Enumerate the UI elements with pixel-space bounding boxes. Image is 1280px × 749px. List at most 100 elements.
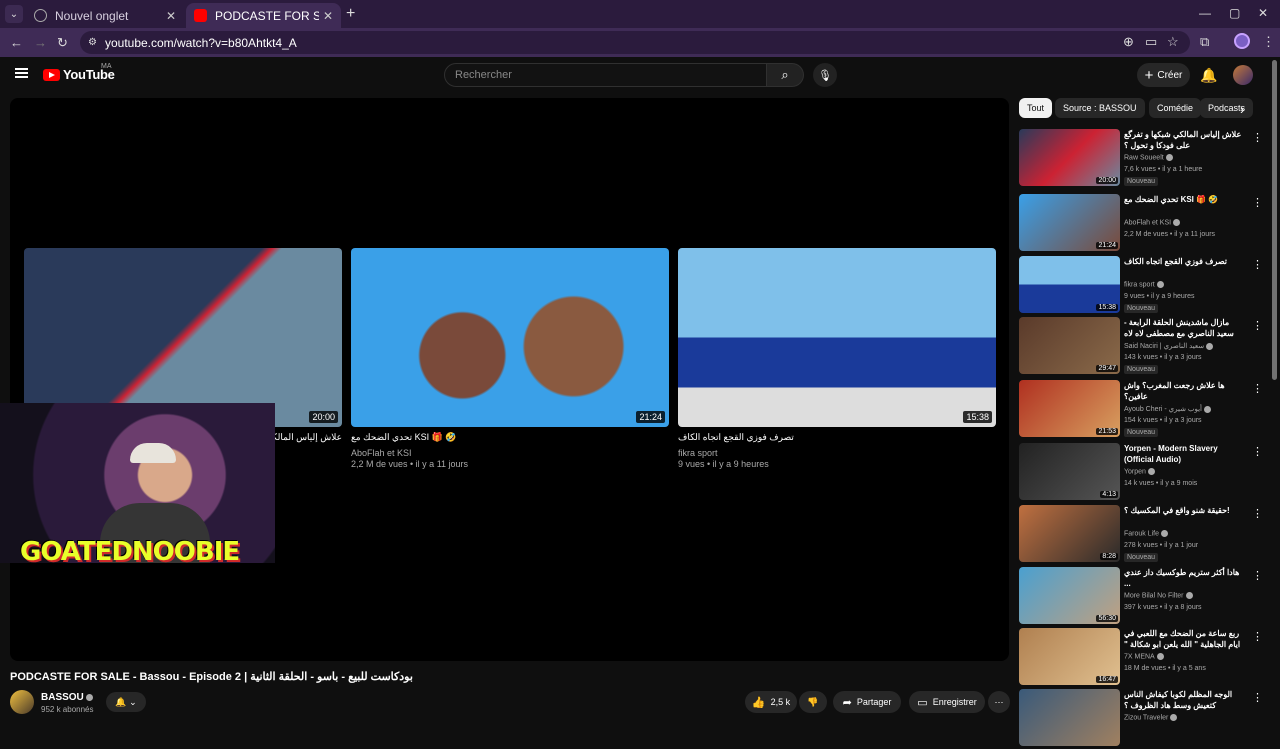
recommended-title[interactable]: تصرف فوزي القجع اتجاه الكاف: [1124, 256, 1244, 267]
search-button[interactable]: ⌕: [767, 63, 804, 87]
recommended-channel[interactable]: fikra sport: [1124, 281, 1164, 288]
minimize-icon[interactable]: —: [1199, 6, 1211, 20]
save-button[interactable]: ▭ Enregistrer: [909, 691, 985, 713]
more-options-icon[interactable]: ⋮: [1252, 196, 1263, 209]
browser-tab-youtube[interactable]: PODCASTE FOR SALE - Bassou ✕: [186, 3, 341, 28]
recommended-title[interactable]: علاش إلياس المالكي شبكها و تفرگع على فود…: [1124, 129, 1244, 151]
browser-menu-icon[interactable]: ⋮: [1262, 34, 1275, 50]
bookmark-star-icon[interactable]: ☆: [1167, 34, 1179, 50]
recommended-channel[interactable]: Said Naciri | سعيد الناصري: [1124, 342, 1214, 350]
recommended-title[interactable]: ها علاش رجعت المغرب؟ واش عافين؟: [1124, 380, 1244, 402]
video-player[interactable]: 20:00 علاش إلياس المالكي شبكها و تفرگع ع…: [10, 98, 1009, 661]
recommended-channel[interactable]: Yorpen: [1124, 468, 1155, 475]
recommended-thumbnail[interactable]: 15:38: [1019, 256, 1120, 313]
recommended-thumbnail[interactable]: 29:47: [1019, 317, 1120, 374]
extensions-icon[interactable]: ⧉: [1200, 34, 1209, 50]
recommended-thumbnail[interactable]: 16:47: [1019, 628, 1120, 685]
recommended-channel[interactable]: More Bilal No Filter: [1124, 592, 1193, 599]
recommended-video[interactable]: 29:47 مازال ماشدينش الحلقة الرابعة - سعيد…: [1019, 317, 1269, 377]
browser-tab-new[interactable]: Nouvel onglet ✕: [26, 3, 184, 28]
recommended-title[interactable]: الوجه المظلم لكوبا كيفاش الناس كتعيش وسط…: [1124, 689, 1244, 711]
recommended-title[interactable]: مازال ماشدينش الحلقة الرابعة - سعيد النا…: [1124, 317, 1244, 339]
notifications-bell-icon[interactable]: 🔔: [1200, 67, 1217, 84]
window-close-icon[interactable]: ✕: [1258, 6, 1268, 20]
more-options-icon[interactable]: ⋮: [1252, 319, 1263, 332]
recommended-video[interactable]: 4:13 Yorpen - Modern Slavery (Official Au…: [1019, 443, 1269, 503]
recommended-video[interactable]: 56:30 هادا أكثر ستريم طوكسيك داز عندي ...…: [1019, 567, 1269, 627]
end-card-title[interactable]: تحدي الضحك مع KSI 🎁 🤣: [351, 432, 669, 444]
create-button[interactable]: + Créer: [1137, 63, 1190, 87]
recommended-channel[interactable]: 7X MENA: [1124, 653, 1164, 660]
dislike-button[interactable]: 👎: [799, 691, 827, 713]
recommended-video[interactable]: 21:53 ها علاش رجعت المغرب؟ واش عافين؟ Ayou…: [1019, 380, 1269, 440]
more-options-icon[interactable]: ⋮: [1252, 630, 1263, 643]
chevron-right-icon[interactable]: ›: [1240, 102, 1244, 117]
forward-icon[interactable]: →: [34, 35, 47, 50]
recommended-thumbnail[interactable]: 8:28: [1019, 505, 1120, 562]
chip-all[interactable]: Tout: [1019, 98, 1053, 118]
recommended-channel[interactable]: Ayoub Cheri - أيوب شيري: [1124, 405, 1211, 413]
cast-icon[interactable]: ▭: [1145, 34, 1157, 50]
recommended-title[interactable]: هادا أكثر ستريم طوكسيك داز عندي ...: [1124, 567, 1244, 589]
more-options-icon[interactable]: ⋮: [1252, 258, 1263, 271]
more-options-icon[interactable]: ⋮: [1252, 131, 1263, 144]
zoom-icon[interactable]: ⊕: [1123, 34, 1134, 50]
more-options-icon[interactable]: ⋮: [1252, 569, 1263, 582]
recommended-video[interactable]: الوجه المظلم لكوبا كيفاش الناس كتعيش وسط…: [1019, 689, 1269, 749]
chip-podcasts[interactable]: Podcasts: [1200, 98, 1254, 118]
recommended-video[interactable]: 8:28 حقيقة شنو واقع في المكسيك ؟! Farouk L…: [1019, 505, 1269, 565]
end-card-channel[interactable]: fikra sport: [678, 448, 996, 458]
close-tab-icon[interactable]: ✕: [323, 9, 333, 23]
browser-profile-avatar[interactable]: [1234, 33, 1250, 49]
recommended-video[interactable]: 21:24 تحدي الضحك مع KSI 🎁 🤣 AboFlah et KSI…: [1019, 194, 1269, 254]
like-button[interactable]: 👍 2,5 k: [745, 691, 797, 713]
address-bar[interactable]: ⚙ youtube.com/watch?v=b80Ahtkt4_A: [80, 31, 1190, 54]
site-settings-icon[interactable]: ⚙: [88, 37, 97, 48]
maximize-icon[interactable]: ▢: [1229, 6, 1240, 20]
end-card-title[interactable]: تصرف فوزي القجع اتجاه الكاف: [678, 432, 996, 444]
recommended-thumbnail[interactable]: 21:53: [1019, 380, 1120, 437]
recommended-channel[interactable]: AboFlah et KSI: [1124, 219, 1181, 226]
chip-source[interactable]: Source : BASSOU: [1055, 98, 1145, 118]
reload-icon[interactable]: ↻: [57, 35, 68, 51]
recommended-video[interactable]: 15:38 تصرف فوزي القجع اتجاه الكاف fikra sp…: [1019, 256, 1269, 316]
tab-search-button[interactable]: ⌄: [5, 5, 23, 23]
recommended-thumbnail[interactable]: 21:24: [1019, 194, 1120, 251]
recommended-title[interactable]: تحدي الضحك مع KSI 🎁 🤣: [1124, 194, 1244, 205]
voice-search-button[interactable]: 🎙: [813, 63, 837, 87]
end-card-thumbnail[interactable]: 20:00: [24, 248, 342, 427]
recommended-title[interactable]: حقيقة شنو واقع في المكسيك ؟!: [1124, 505, 1244, 516]
recommended-channel[interactable]: Zizou Traveler: [1124, 714, 1178, 721]
recommended-thumbnail[interactable]: 4:13: [1019, 443, 1120, 500]
youtube-logo[interactable]: YouTube MA: [43, 63, 115, 82]
recommended-channel[interactable]: Farouk Life: [1124, 530, 1169, 537]
recommended-title[interactable]: ربع ساعة من الضحك مع اللعبي في ايام الجا…: [1124, 628, 1244, 651]
more-options-icon[interactable]: ⋮: [1252, 382, 1263, 395]
recommended-thumbnail[interactable]: [1019, 689, 1120, 746]
channel-avatar[interactable]: [10, 690, 34, 714]
share-button[interactable]: ➦ Partager: [833, 691, 901, 713]
close-tab-icon[interactable]: ✕: [166, 9, 176, 23]
more-actions-button[interactable]: ⋯: [988, 691, 1010, 713]
more-options-icon[interactable]: ⋮: [1252, 445, 1263, 458]
hamburger-menu-icon[interactable]: [15, 68, 28, 78]
more-options-icon[interactable]: ⋮: [1252, 691, 1263, 704]
end-card-video[interactable]: 15:38 تصرف فوزي القجع اتجاه الكاف fikra …: [678, 248, 996, 469]
more-options-icon[interactable]: ⋮: [1252, 507, 1263, 520]
recommended-thumbnail[interactable]: 56:30: [1019, 567, 1120, 624]
back-icon[interactable]: ←: [10, 35, 23, 50]
subscription-bell-button[interactable]: 🔔 ⌄: [106, 692, 146, 712]
recommended-video[interactable]: 20:00 علاش إلياس المالكي شبكها و تفرگع عل…: [1019, 129, 1269, 189]
end-card-video[interactable]: 21:24 تحدي الضحك مع KSI 🎁 🤣 AboFlah et K…: [351, 248, 669, 469]
end-card-thumbnail[interactable]: 21:24: [351, 248, 669, 427]
account-avatar[interactable]: [1233, 65, 1253, 85]
recommended-video[interactable]: 16:47 ربع ساعة من الضحك مع اللعبي في ايام…: [1019, 628, 1269, 688]
end-card-channel[interactable]: AboFlah et KSI: [351, 448, 669, 458]
channel-name[interactable]: BASSOU: [41, 692, 93, 703]
search-input[interactable]: Rechercher: [444, 63, 767, 87]
recommended-title[interactable]: Yorpen - Modern Slavery (Official Audio): [1124, 443, 1244, 465]
end-card-thumbnail[interactable]: 15:38: [678, 248, 996, 427]
new-tab-button[interactable]: +: [346, 5, 355, 23]
chip-comedy[interactable]: Comédie: [1149, 98, 1202, 118]
recommended-thumbnail[interactable]: 20:00: [1019, 129, 1120, 186]
